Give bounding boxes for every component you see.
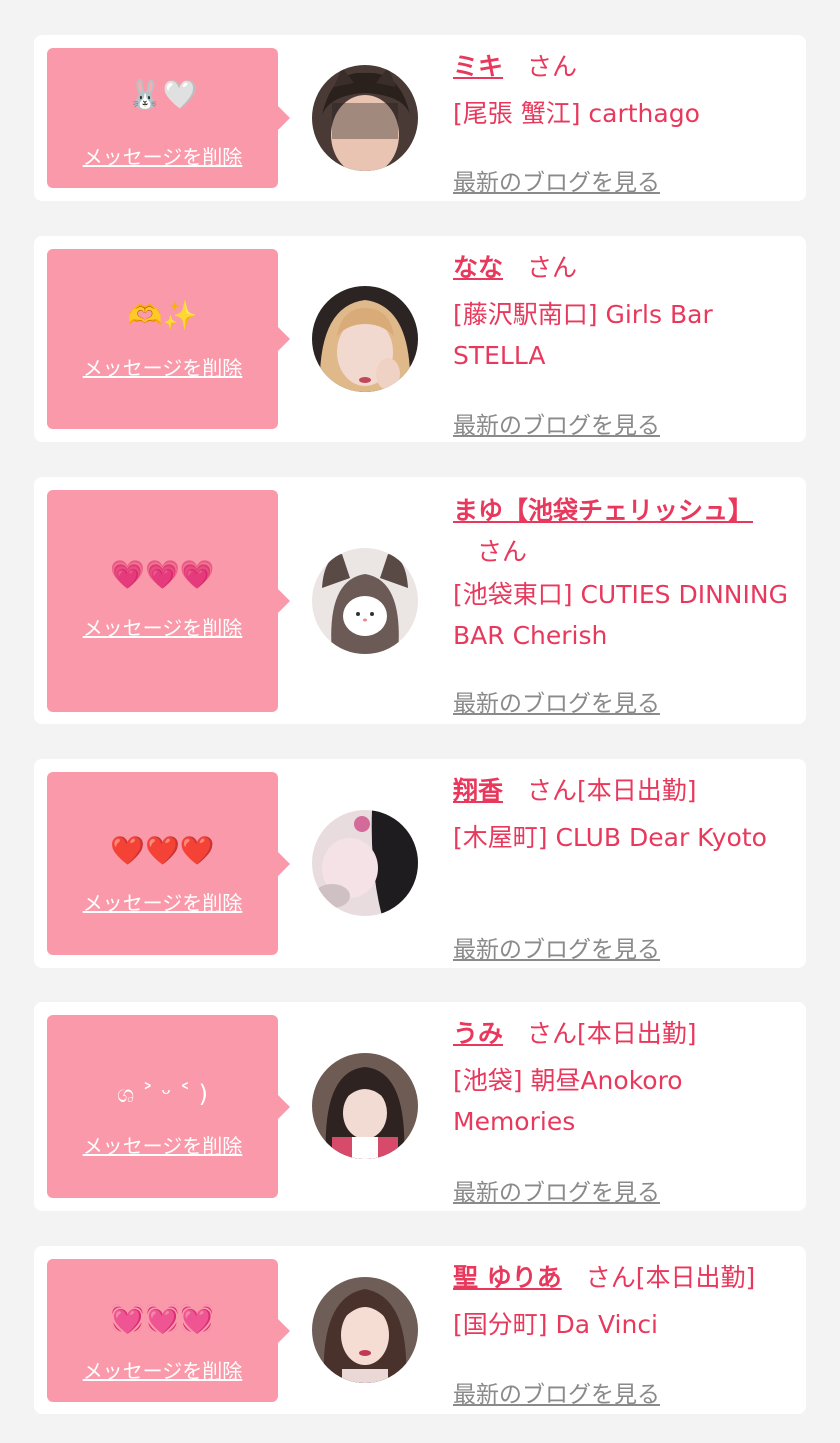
view-blog-link[interactable]: 最新のブログを見る <box>453 1381 660 1409</box>
shop-info: [池袋] 朝昼Anokoro Memories <box>453 1066 683 1136</box>
name-line: うみ さん[本日出勤] <box>453 1018 798 1050</box>
delete-message-button[interactable]: メッセージを削除 <box>47 615 278 641</box>
message-stamp: 💗💗💗 <box>110 558 215 591</box>
message-card: 🐰🤍 メッセージを削除 ミキ さん [尾張 蟹江] carthago 最新のブログ… <box>34 35 806 201</box>
view-blog-link[interactable]: 最新のブログを見る <box>453 169 660 197</box>
message-list: 🐰🤍 メッセージを削除 ミキ さん [尾張 蟹江] carthago 最新のブログ… <box>0 0 840 1443</box>
avatar[interactable] <box>312 65 418 171</box>
view-blog-link[interactable]: 最新のブログを見る <box>453 936 660 964</box>
name-line: まゆ【池袋チェリッシュ】さん <box>453 490 798 572</box>
message-bubble: 🐰🤍 メッセージを削除 <box>47 48 290 188</box>
delete-message-button[interactable]: メッセージを削除 <box>47 144 278 170</box>
message-card: 🫶✨ メッセージを削除 なな さん [藤沢駅南口] Girls Bar STELL… <box>34 236 806 442</box>
message-bubble: 💓💓💓 メッセージを削除 <box>47 1259 290 1402</box>
profile-info: なな さん [藤沢駅南口] Girls Bar STELLA 最新のブログを見る <box>453 252 798 439</box>
name-suffix: さん <box>527 253 578 282</box>
shop-info: [尾張 蟹江] carthago <box>453 99 700 128</box>
name-suffix: さん[本日出勤] <box>527 776 697 805</box>
delete-message-button[interactable]: メッセージを削除 <box>47 1133 278 1159</box>
cast-name-link[interactable]: 聖 ゆりあ <box>453 1263 562 1292</box>
message-stamp: ශ ˃ ᵕ ˂ ) <box>117 1080 208 1108</box>
name-line: 聖 ゆりあ さん[本日出勤] <box>453 1262 798 1294</box>
message-stamp: ❤️❤️❤️ <box>110 834 215 867</box>
shop-info: [国分町] Da Vinci <box>453 1310 659 1339</box>
cast-name-link[interactable]: なな <box>453 253 503 282</box>
avatar[interactable] <box>312 548 418 654</box>
profile-info: まゆ【池袋チェリッシュ】さん [池袋東口] CUTIES DINNING BAR… <box>453 490 798 717</box>
cast-name-link[interactable]: ミキ <box>453 52 503 81</box>
avatar[interactable] <box>312 1053 418 1159</box>
message-bubble: 🫶✨ メッセージを削除 <box>47 249 290 429</box>
avatar[interactable] <box>312 810 418 916</box>
delete-message-button[interactable]: メッセージを削除 <box>47 890 278 916</box>
message-card: 💓💓💓 メッセージを削除 聖 ゆりあ さん[本日出勤] [国分町] Da Vinc… <box>34 1246 806 1414</box>
message-stamp: 💓💓💓 <box>110 1302 215 1335</box>
profile-info: うみ さん[本日出勤] [池袋] 朝昼Anokoro Memories 最新のブロ… <box>453 1018 798 1206</box>
profile-info: ミキ さん [尾張 蟹江] carthago 最新のブログを見る <box>453 51 798 196</box>
view-blog-link[interactable]: 最新のブログを見る <box>453 412 660 440</box>
profile-info: 聖 ゆりあ さん[本日出勤] [国分町] Da Vinci 最新のブログを見る <box>453 1262 798 1408</box>
message-stamp: 🫶✨ <box>127 299 198 332</box>
name-line: 翔香 さん[本日出勤] <box>453 775 798 807</box>
avatar[interactable] <box>312 1277 418 1383</box>
cast-name-link[interactable]: まゆ【池袋チェリッシュ】 <box>453 496 753 525</box>
cast-name-link[interactable]: うみ <box>453 1019 503 1048</box>
shop-info: [藤沢駅南口] Girls Bar STELLA <box>453 300 713 370</box>
name-line: なな さん <box>453 252 798 284</box>
profile-info: 翔香 さん[本日出勤] [木屋町] CLUB Dear Kyoto 最新のブログを… <box>453 775 798 963</box>
cast-name-link[interactable]: 翔香 <box>453 776 503 805</box>
message-card: ❤️❤️❤️ メッセージを削除 翔香 さん[本日出勤] [木屋町] CLUB De… <box>34 759 806 968</box>
delete-message-button[interactable]: メッセージを削除 <box>47 1358 278 1384</box>
message-card: 💗💗💗 メッセージを削除 まゆ【池袋チェリッシュ】さん [池袋東口] CUTIE… <box>34 477 806 724</box>
message-bubble: ❤️❤️❤️ メッセージを削除 <box>47 772 290 955</box>
delete-message-button[interactable]: メッセージを削除 <box>47 355 278 381</box>
avatar[interactable] <box>312 286 418 392</box>
shop-info: [木屋町] CLUB Dear Kyoto <box>453 823 767 852</box>
name-suffix: さん[本日出勤] <box>585 1263 756 1292</box>
message-bubble: 💗💗💗 メッセージを削除 <box>47 490 290 712</box>
name-line: ミキ さん <box>453 51 798 83</box>
message-card: ශ ˃ ᵕ ˂ ) メッセージを削除 うみ さん[本日出勤] [池袋] 朝昼Ano… <box>34 1002 806 1211</box>
name-suffix: さん <box>477 537 528 566</box>
view-blog-link[interactable]: 最新のブログを見る <box>453 1179 660 1207</box>
name-suffix: さん <box>527 52 578 81</box>
name-suffix: さん[本日出勤] <box>527 1019 697 1048</box>
message-bubble: ශ ˃ ᵕ ˂ ) メッセージを削除 <box>47 1015 290 1198</box>
message-stamp: 🐰🤍 <box>127 78 198 111</box>
shop-info: [池袋東口] CUTIES DINNING BAR Cherish <box>453 580 788 650</box>
view-blog-link[interactable]: 最新のブログを見る <box>453 690 660 718</box>
